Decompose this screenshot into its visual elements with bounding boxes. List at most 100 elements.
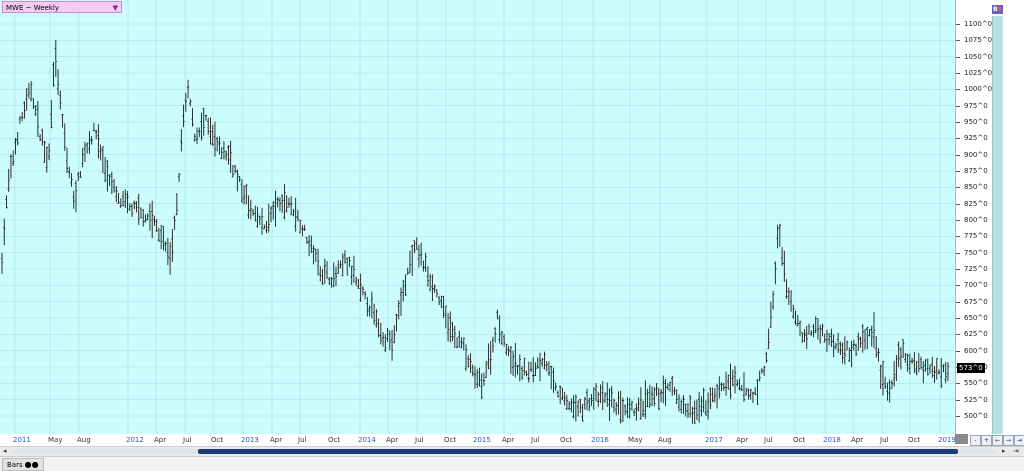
- price-tick-label: 650^0: [964, 314, 988, 322]
- ohlc-bar: [841, 342, 844, 364]
- zoom-out-button[interactable]: -: [970, 435, 981, 446]
- ohlc-bar: [350, 265, 353, 285]
- ohlc-bar: [18, 116, 22, 124]
- ohlc-bar: [460, 337, 463, 349]
- year-label: 2019: [938, 436, 956, 444]
- pan-right-button[interactable]: →: [1003, 435, 1014, 446]
- time-axis[interactable]: 2011 May Aug 2012 Apr Jul Oct 2013 Apr Jul Oct 2014…: [0, 434, 956, 446]
- price-tick-mark: [956, 154, 960, 156]
- chevron-down-icon[interactable]: ▼: [113, 2, 118, 14]
- ohlc-bar: [50, 99, 53, 129]
- ohlc-bar: [715, 384, 719, 409]
- ohlc-bar: [803, 329, 806, 343]
- ohlc-bar: [215, 136, 219, 152]
- zoom-in-button[interactable]: +: [981, 435, 992, 446]
- ohlc-bar: [119, 198, 123, 208]
- ohlc-bar: [859, 336, 862, 348]
- ohlc-bar: [570, 398, 573, 413]
- ohlc-bar: [509, 346, 513, 374]
- ohlc-bar: [222, 141, 226, 160]
- ohlc-bar: [5, 195, 8, 209]
- ohlc-bar: [251, 209, 255, 216]
- ohlc-bar: [498, 315, 501, 344]
- price-tick-label: 1075^0: [964, 36, 993, 45]
- ohlc-bar: [9, 154, 13, 179]
- ohlc-bar: [94, 129, 98, 140]
- axis-corner-box[interactable]: [955, 434, 968, 444]
- ohlc-bar: [567, 401, 571, 411]
- bar-chart-svg[interactable]: [0, 0, 955, 434]
- ohlc-bar: [153, 215, 156, 226]
- ohlc-bar: [814, 316, 817, 334]
- ohlc-bar: [928, 364, 932, 374]
- price-tick-label: 1000^0: [964, 85, 993, 94]
- ohlc-bar: [446, 312, 450, 342]
- scroll-thumb[interactable]: [198, 449, 958, 454]
- go-to-end-button[interactable]: ⇥: [1014, 435, 1024, 446]
- pan-left-button[interactable]: ←: [992, 435, 1003, 446]
- ohlc-bar: [877, 348, 880, 362]
- price-tick-label: 550^0: [964, 379, 988, 388]
- ohlc-bar: [753, 387, 757, 396]
- ohlc-bar: [792, 304, 795, 319]
- ohlc-bar: [478, 367, 481, 387]
- ohlc-bar: [287, 197, 291, 208]
- price-scrollbar[interactable]: [992, 16, 1003, 434]
- price-tick-mark: [956, 236, 960, 238]
- scroll-right-icon[interactable]: ▸: [1002, 447, 1006, 456]
- ohlc-bar: [379, 322, 383, 345]
- price-tick-mark: [956, 285, 960, 287]
- scroll-end-icon[interactable]: ⇥: [1013, 447, 1019, 456]
- ohlc-bar: [581, 404, 584, 422]
- price-chart[interactable]: MWE ~ Weekly ▼: [0, 0, 956, 434]
- bars-tab-label: Bars: [7, 461, 23, 469]
- ohlc-bar: [834, 342, 838, 350]
- ohlc-bar: [97, 124, 100, 159]
- ohlc-bar: [832, 334, 835, 358]
- price-tick-mark: [956, 24, 960, 25]
- ohlc-bar: [52, 61, 55, 87]
- ohlc-bar: [366, 296, 369, 317]
- ohlc-bar: [473, 366, 477, 389]
- ohlc-bar: [901, 339, 905, 359]
- ohlc-bar: [617, 391, 620, 415]
- ohlc-bar: [565, 394, 569, 410]
- ohlc-bar: [451, 321, 454, 342]
- ohlc-bar: [944, 362, 947, 384]
- symbol-selector[interactable]: MWE ~ Weekly ▼: [2, 1, 122, 13]
- month-label: Jul: [531, 436, 540, 444]
- ohlc-bar: [615, 402, 618, 416]
- buy-sell-icon[interactable]: BS: [992, 5, 1003, 14]
- price-tick-mark: [956, 138, 960, 140]
- ohlc-bar: [563, 391, 566, 406]
- month-label: Apr: [386, 436, 399, 444]
- horizontal-scrollbar[interactable]: ◂ ▸ ⇥: [0, 446, 1024, 457]
- ohlc-bar: [500, 330, 504, 346]
- ohlc-bar: [164, 241, 167, 252]
- month-label: Apr: [851, 436, 864, 444]
- ohlc-bar: [610, 386, 613, 408]
- ohlc-bar: [444, 305, 448, 329]
- ohlc-bar: [787, 287, 791, 305]
- ohlc-bar: [363, 291, 367, 300]
- ohlc-bar: [332, 262, 335, 288]
- ohlc-bar: [619, 390, 622, 424]
- ohlc-bar: [101, 146, 105, 174]
- scroll-left-icon[interactable]: ◂: [3, 447, 7, 456]
- price-tick-label: 700^0: [964, 281, 988, 290]
- ohlc-bar: [99, 144, 102, 161]
- ohlc-bar: [857, 332, 860, 351]
- month-label: Apr: [736, 436, 749, 444]
- ohlc-bar: [514, 342, 517, 378]
- bars-tab[interactable]: Bars ●●: [2, 458, 44, 471]
- ohlc-bar: [946, 362, 950, 382]
- ohlc-bar: [72, 190, 75, 209]
- ohlc-bar: [697, 391, 701, 423]
- ohlc-bar: [583, 396, 587, 410]
- ohlc-bar: [294, 197, 297, 232]
- ohlc-bar: [872, 311, 876, 349]
- ohlc-bar: [711, 387, 714, 403]
- price-tick-mark: [956, 416, 960, 417]
- ohlc-bar: [81, 148, 84, 168]
- ohlc-bar: [742, 372, 746, 402]
